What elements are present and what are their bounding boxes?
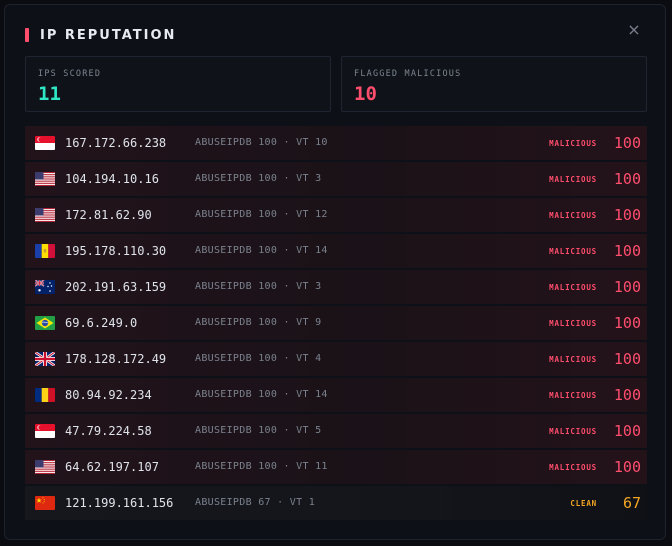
flagged-malicious-label: FLAGGED MALICIOUS <box>354 69 462 79</box>
ip-reputation-panel: IP REPUTATION × IPS SCORED 11 FLAGGED MA… <box>4 4 666 540</box>
ip-row[interactable]: 172.81.62.90 ABUSEIPDB 100 · VT 12 MALICIO… <box>25 198 647 232</box>
verdict-badge: MALICIOUS <box>549 139 597 148</box>
reputation-score: 100 <box>613 206 641 224</box>
ip-address: 167.172.66.238 <box>65 136 167 150</box>
verdict-badge: MALICIOUS <box>549 391 597 400</box>
ip-address: 172.81.62.90 <box>65 208 152 222</box>
ip-address: 195.178.110.30 <box>65 244 167 258</box>
source-scores: ABUSEIPDB 100 · VT 5 <box>195 425 322 436</box>
panel-title: IP REPUTATION <box>40 27 177 43</box>
verdict-badge: MALICIOUS <box>549 247 597 256</box>
ip-row[interactable]: 121.199.161.156 ABUSEIPDB 67 · VT 1 CLEAN 6… <box>25 486 647 520</box>
us-flag-icon <box>35 208 55 222</box>
accent-bar <box>25 28 29 42</box>
verdict-badge: MALICIOUS <box>549 175 597 184</box>
ip-row[interactable]: 69.6.249.0 ABUSEIPDB 100 · VT 9 MALICIOUS 1… <box>25 306 647 340</box>
ip-row[interactable]: 178.128.172.49 ABUSEIPDB 100 · VT 4 MALICI… <box>25 342 647 376</box>
verdict-badge: MALICIOUS <box>549 463 597 472</box>
ip-row[interactable]: 64.62.197.107 ABUSEIPDB 100 · VT 11 MALICI… <box>25 450 647 484</box>
ip-list: 167.172.66.238 ABUSEIPDB 100 · VT 10 MALIC… <box>25 126 647 522</box>
ips-scored-label: IPS SCORED <box>38 69 102 79</box>
panel-header: IP REPUTATION <box>25 25 176 45</box>
source-scores: ABUSEIPDB 100 · VT 3 <box>195 173 322 184</box>
ips-scored-value: 11 <box>38 83 61 105</box>
verdict-badge: CLEAN <box>570 499 597 508</box>
verdict-badge: MALICIOUS <box>549 427 597 436</box>
ip-row[interactable]: 104.194.10.16 ABUSEIPDB 100 · VT 3 MALICIO… <box>25 162 647 196</box>
flagged-malicious-card: FLAGGED MALICIOUS 10 <box>341 56 647 112</box>
ip-address: 47.79.224.58 <box>65 424 152 438</box>
flagged-malicious-value: 10 <box>354 83 377 105</box>
ip-row[interactable]: 195.178.110.30 ABUSEIPDB 100 · VT 14 MALIC… <box>25 234 647 268</box>
australia-flag-icon <box>35 280 55 294</box>
source-scores: ABUSEIPDB 100 · VT 4 <box>195 353 322 364</box>
source-scores: ABUSEIPDB 100 · VT 11 <box>195 461 328 472</box>
close-icon[interactable]: × <box>627 22 641 38</box>
reputation-score: 100 <box>613 278 641 296</box>
reputation-score: 100 <box>613 242 641 260</box>
singapore-flag-icon <box>35 424 55 438</box>
ip-row[interactable]: 47.79.224.58 ABUSEIPDB 100 · VT 5 MALICIOU… <box>25 414 647 448</box>
china-flag-icon <box>35 496 55 510</box>
verdict-badge: MALICIOUS <box>549 355 597 364</box>
ip-row[interactable]: 167.172.66.238 ABUSEIPDB 100 · VT 10 MALIC… <box>25 126 647 160</box>
romania-flag-icon <box>35 388 55 402</box>
ip-address: 104.194.10.16 <box>65 172 159 186</box>
ip-row[interactable]: 202.191.63.159 ABUSEIPDB 100 · VT 3 MALICI… <box>25 270 647 304</box>
verdict-badge: MALICIOUS <box>549 283 597 292</box>
reputation-score: 100 <box>613 350 641 368</box>
reputation-score: 100 <box>613 170 641 188</box>
source-scores: ABUSEIPDB 100 · VT 14 <box>195 245 328 256</box>
ip-address: 202.191.63.159 <box>65 280 167 294</box>
ip-address: 64.62.197.107 <box>65 460 159 474</box>
ip-row[interactable]: 80.94.92.234 ABUSEIPDB 100 · VT 14 MALICIO… <box>25 378 647 412</box>
reputation-score: 100 <box>613 422 641 440</box>
ip-address: 80.94.92.234 <box>65 388 152 402</box>
source-scores: ABUSEIPDB 100 · VT 10 <box>195 137 328 148</box>
source-scores: ABUSEIPDB 100 · VT 9 <box>195 317 322 328</box>
singapore-flag-icon <box>35 136 55 150</box>
reputation-score: 100 <box>613 314 641 332</box>
us-flag-icon <box>35 460 55 474</box>
source-scores: ABUSEIPDB 100 · VT 12 <box>195 209 328 220</box>
source-scores: ABUSEIPDB 100 · VT 3 <box>195 281 322 292</box>
reputation-score: 100 <box>613 134 641 152</box>
andorra-flag-icon <box>35 244 55 258</box>
ip-address: 178.128.172.49 <box>65 352 167 366</box>
us-flag-icon <box>35 172 55 186</box>
source-scores: ABUSEIPDB 67 · VT 1 <box>195 497 316 508</box>
verdict-badge: MALICIOUS <box>549 211 597 220</box>
ip-address: 121.199.161.156 <box>65 496 174 510</box>
reputation-score: 100 <box>613 386 641 404</box>
ip-address: 69.6.249.0 <box>65 316 138 330</box>
verdict-badge: MALICIOUS <box>549 319 597 328</box>
uk-flag-icon <box>35 352 55 366</box>
reputation-score: 67 <box>622 494 641 512</box>
source-scores: ABUSEIPDB 100 · VT 14 <box>195 389 328 400</box>
brazil-flag-icon <box>35 316 55 330</box>
reputation-score: 100 <box>613 458 641 476</box>
ips-scored-card: IPS SCORED 11 <box>25 56 331 112</box>
